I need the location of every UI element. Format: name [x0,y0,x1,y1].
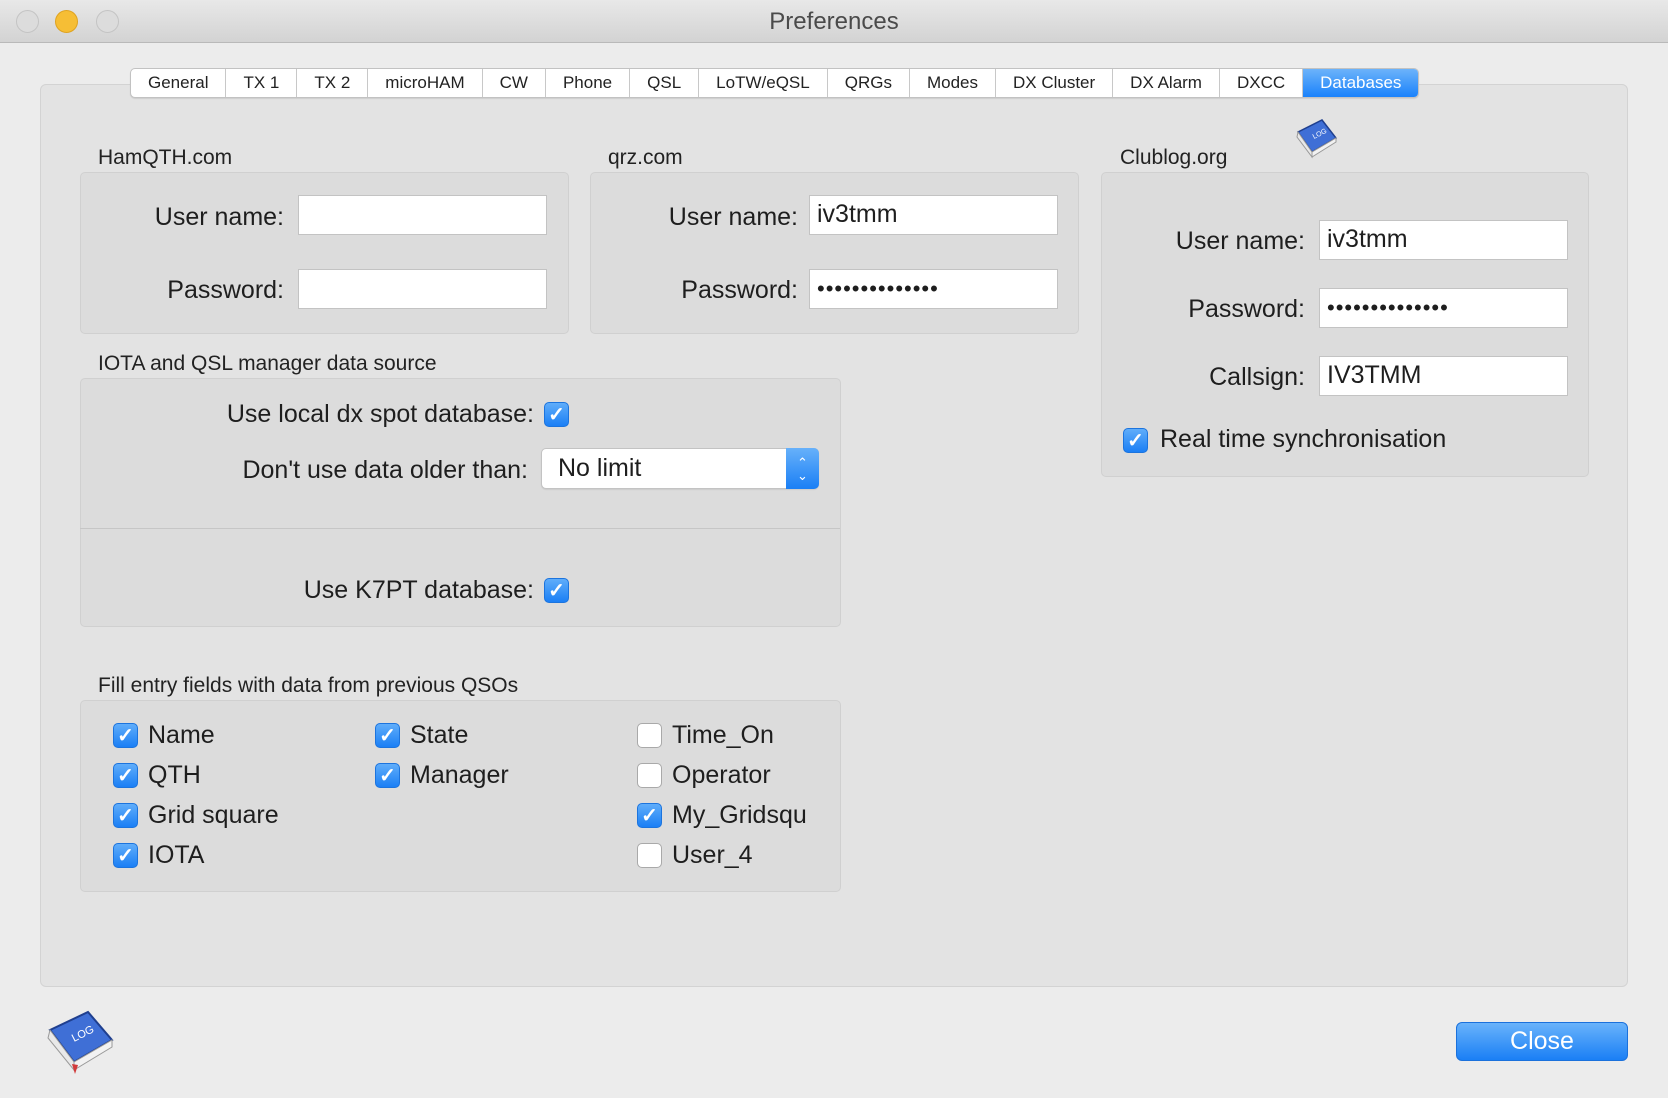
up-down-stepper-icon[interactable]: ⌃ ⌄ [786,448,819,489]
fill-grid-square-label: Grid square [148,801,279,829]
fill-state-checkbox[interactable]: ✓ [375,723,400,748]
hamqth-username-input[interactable] [298,195,547,235]
older-than-value: No limit [558,454,642,482]
fill-grid-square-checkbox[interactable]: ✓ [113,803,138,828]
tab-databases[interactable]: Databases [1303,69,1419,97]
clublog-password-input[interactable]: •••••••••••••• [1319,288,1568,328]
clublog-group: User name: iv3tmm Password: ••••••••••••… [1101,172,1589,477]
tab-qrgs[interactable]: QRGs [828,69,910,97]
qrz-password-label: Password: [681,276,798,304]
hamqth-username-label: User name: [154,203,284,231]
tab-qsl[interactable]: QSL [630,69,700,97]
clublog-username-input[interactable]: iv3tmm [1319,220,1568,260]
tab-lotw-eqsl[interactable]: LoTW/eQSL [699,69,828,97]
hamqth-group-title: HamQTH.com [98,146,233,169]
fill-operator-checkbox[interactable] [637,763,662,788]
tab-microham[interactable]: microHAM [368,69,483,97]
qrz-username-label: User name: [668,203,798,231]
fill-user4-checkbox[interactable] [637,843,662,868]
clublog-callsign-label: Callsign: [1209,363,1305,391]
close-button[interactable]: Close [1456,1022,1628,1061]
clublog-username-label: User name: [1175,227,1305,255]
tab-tx1[interactable]: TX 1 [226,69,298,97]
tab-phone[interactable]: Phone [546,69,631,97]
fill-time-on-label: Time_On [672,721,774,749]
log-book-icon: LOG [1296,119,1338,159]
fill-name-checkbox[interactable]: ✓ [113,723,138,748]
clublog-password-label: Password: [1188,295,1305,323]
qrz-group: User name: iv3tmm Password: ••••••••••••… [590,172,1079,334]
window-title: Preferences [769,8,899,35]
clublog-group-title: Clublog.org [1120,146,1228,169]
realtime-sync-label: Real time synchronisation [1160,425,1447,453]
clublog-callsign-input[interactable]: IV3TMM [1319,356,1568,396]
fill-iota-label: IOTA [148,841,205,869]
fill-manager-checkbox[interactable]: ✓ [375,763,400,788]
log-book-icon: LOG [47,1010,114,1074]
local-db-checkbox[interactable]: ✓ [544,402,569,427]
tab-general[interactable]: General [131,69,227,97]
fill-qth-label: QTH [148,761,201,789]
iota-divider [80,528,840,529]
fill-state-label: State [410,721,469,749]
fill-time-on-checkbox[interactable] [637,723,662,748]
hamqth-group: User name: Password: [80,172,569,334]
tab-bar: General TX 1 TX 2 microHAM CW Phone QSL … [130,68,1420,98]
qrz-username-input[interactable]: iv3tmm [809,195,1058,235]
preferences-window: Preferences General TX 1 TX 2 microHAM C… [0,0,1668,1098]
tab-tx2[interactable]: TX 2 [297,69,369,97]
fill-manager-label: Manager [410,761,509,789]
tab-dx-alarm[interactable]: DX Alarm [1113,69,1220,97]
older-than-select[interactable]: No limit ⌃ ⌄ [541,448,819,489]
fill-my-gridsquare-checkbox[interactable]: ✓ [637,803,662,828]
k7pt-label: Use K7PT database: [303,576,534,604]
fill-operator-label: Operator [672,761,771,789]
hamqth-password-input[interactable] [298,269,547,309]
qrz-group-title: qrz.com [608,146,683,169]
older-than-label: Don't use data older than: [242,456,528,484]
tab-dx-cluster[interactable]: DX Cluster [996,69,1114,97]
tab-dxcc[interactable]: DXCC [1220,69,1304,97]
local-db-label: Use local dx spot database: [226,400,534,428]
qrz-password-input[interactable]: •••••••••••••• [809,269,1058,309]
iota-group-title: IOTA and QSL manager data source [98,352,437,375]
fill-my-gridsquare-label: My_Gridsqu [672,801,807,829]
fill-qth-checkbox[interactable]: ✓ [113,763,138,788]
fill-user4-label: User_4 [672,841,753,869]
fill-group-title: Fill entry fields with data from previou… [98,674,519,697]
fill-name-label: Name [148,721,215,749]
realtime-sync-checkbox[interactable]: ✓ [1123,428,1148,453]
hamqth-password-label: Password: [167,276,284,304]
fill-iota-checkbox[interactable]: ✓ [113,843,138,868]
tab-modes[interactable]: Modes [910,69,996,97]
k7pt-checkbox[interactable]: ✓ [544,578,569,603]
title-bar: Preferences [0,0,1668,43]
tab-cw[interactable]: CW [483,69,546,97]
